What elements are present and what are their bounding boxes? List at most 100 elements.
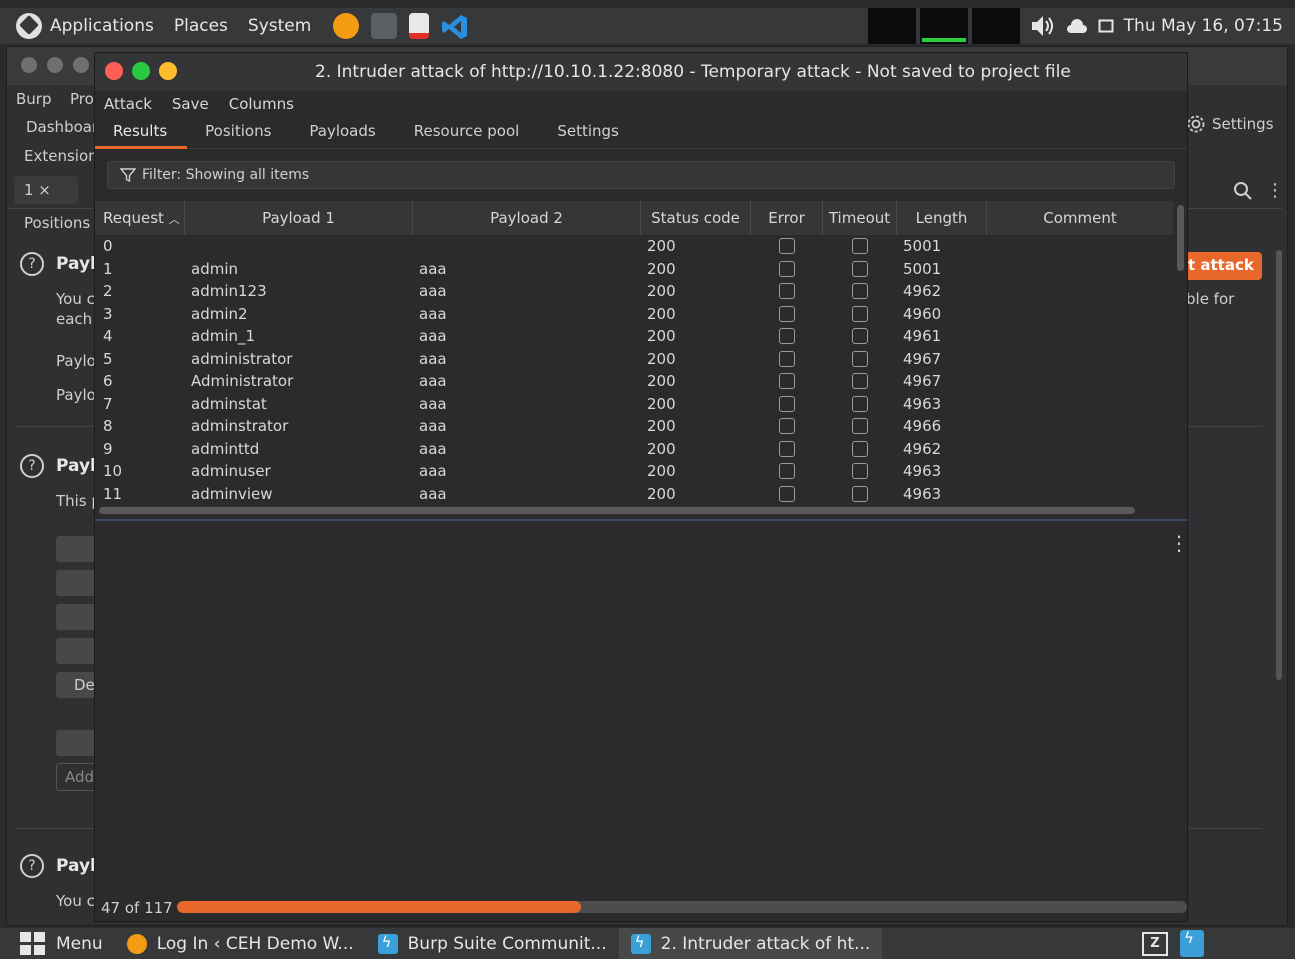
burp-icon [630,933,651,954]
taskbar: Menu Log In ‹ CEH Demo W... Burp Suite C… [0,928,1295,959]
clock[interactable]: Thu May 16, 07:15 [1124,16,1283,36]
vertical-scrollbar[interactable] [1177,205,1184,271]
minimize-icon[interactable] [47,57,63,73]
error-checkbox [779,238,795,254]
tab-results[interactable]: Results [95,122,188,149]
col-error[interactable]: Error [751,201,823,235]
text-editor-icon[interactable] [409,13,430,39]
col-length[interactable]: Length [897,201,987,235]
cell-comment [987,258,1173,281]
col-status-code[interactable]: Status code [641,201,751,235]
table-row[interactable]: 10 adminuser aaa 200 4963 [95,460,1173,483]
cell-request: 8 [103,417,113,435]
cloud-icon[interactable] [1066,17,1088,35]
positions-label[interactable]: Positions [24,214,90,232]
taskbar-item-intruder[interactable]: 2. Intruder attack of ht... [618,928,883,959]
menu-button[interactable]: Menu [0,928,115,959]
intruder-tab[interactable]: 1 × [14,176,78,204]
menu-save[interactable]: Save [172,95,209,113]
col-request[interactable]: Request ︿ [95,201,185,235]
table-row[interactable]: 4 admin_1 aaa 200 4961 [95,325,1173,348]
help-icon[interactable]: ? [20,454,44,478]
table-row[interactable]: 0 200 5001 [95,235,1173,258]
close-icon[interactable] [21,57,37,73]
maximize-icon[interactable] [73,57,89,73]
section-text: You c [56,290,95,308]
more-options-icon[interactable]: ⋮ [1266,180,1284,201]
taskbar-item-firefox[interactable]: Log In ‹ CEH Demo W... [115,928,366,959]
minimize-icon[interactable] [132,62,150,80]
table-row[interactable]: 7 adminstat aaa 200 4963 [95,393,1173,416]
payload-sets-heading: Payl [56,254,96,274]
vscode-icon[interactable] [441,13,468,39]
col-comment[interactable]: Comment [987,201,1173,235]
close-icon[interactable] [105,62,123,80]
col-timeout[interactable]: Timeout [823,201,897,235]
cell-request: 5 [103,349,113,368]
load-button[interactable] [56,570,96,596]
col-payload-2[interactable]: Payload 2 [413,201,641,235]
help-icon[interactable]: ? [20,854,44,878]
table-row[interactable]: 2 admin123 aaa 200 4962 [95,280,1173,303]
remove-button[interactable] [56,604,96,630]
col-payload-1[interactable]: Payload 1 [185,201,413,235]
deduplicate-button[interactable]: De [56,672,96,698]
settings-button[interactable]: Settings [1186,114,1274,134]
cell-payload-1: admin123 [191,282,267,300]
main-scrollbar[interactable] [1276,250,1282,680]
timeout-checkbox [852,305,868,322]
menu-project[interactable]: Pro [70,90,94,108]
kali-logo-icon[interactable] [16,13,42,39]
results-table: Request ︿ Payload 1 Payload 2 Status cod… [95,201,1187,521]
horizontal-scrollbar[interactable] [99,507,1135,514]
grid-menu-icon [20,931,45,955]
clear-button[interactable] [56,638,96,664]
taskbar-item-burp[interactable]: Burp Suite Communit... [366,928,619,959]
search-icon[interactable] [1232,180,1254,202]
progress-label: 47 of 117 [101,899,173,917]
table-row[interactable]: 8 adminstrator aaa 200 4966 [95,415,1173,438]
menu-attack[interactable]: Attack [104,95,152,113]
applications-menu[interactable]: Applications [50,16,154,36]
tab-payloads[interactable]: Payloads [291,122,395,148]
volume-icon[interactable] [1030,13,1056,39]
start-attack-button[interactable]: t attack [1182,252,1262,280]
cell-timeout [823,483,897,506]
terminal-icon[interactable] [371,13,398,39]
table-row[interactable]: 11 adminview aaa 200 4963 [95,483,1173,506]
menu-burp[interactable]: Burp [16,90,52,108]
keyboard-layout-icon[interactable]: Z [1142,932,1168,956]
nav-dashboard[interactable]: Dashboar [26,118,98,136]
cell-status-code: 200 [647,259,676,278]
table-row[interactable]: 9 adminttd aaa 200 4962 [95,438,1173,461]
tab-resource-pool[interactable]: Resource pool [396,122,540,148]
tab-positions[interactable]: Positions [187,122,291,148]
cell-status-code: 200 [647,484,676,503]
payload-settings-heading: Payl [56,456,96,476]
tab-settings[interactable]: Settings [539,122,639,148]
cell-timeout [823,460,897,483]
system-menu[interactable]: System [248,16,311,36]
cpu-monitor [868,8,916,44]
table-row[interactable]: 6 Administrator aaa 200 4967 [95,370,1173,393]
firefox-icon[interactable] [333,13,360,39]
add-item-input[interactable]: Add [56,763,96,791]
display-icon[interactable] [1098,18,1114,34]
cell-error [751,325,823,348]
table-row[interactable]: 1 admin aaa 200 5001 [95,258,1173,281]
help-icon[interactable]: ? [20,252,44,276]
menu-columns[interactable]: Columns [229,95,294,113]
cell-comment [987,483,1173,506]
filter-bar[interactable]: Filter: Showing all items [107,161,1175,189]
maximize-icon[interactable] [159,62,177,80]
burp-tray-icon[interactable] [1180,929,1204,957]
places-menu[interactable]: Places [174,16,228,36]
settings-label: Settings [1212,115,1274,133]
more-options-icon[interactable]: ⋮ [1169,531,1189,555]
paste-button[interactable] [56,536,96,562]
table-row[interactable]: 5 administrator aaa 200 4967 [95,348,1173,371]
nav-extensions[interactable]: Extension [24,147,98,165]
cell-payload-2: aaa [419,327,447,345]
add-button[interactable] [56,730,96,756]
table-row[interactable]: 3 admin2 aaa 200 4960 [95,303,1173,326]
